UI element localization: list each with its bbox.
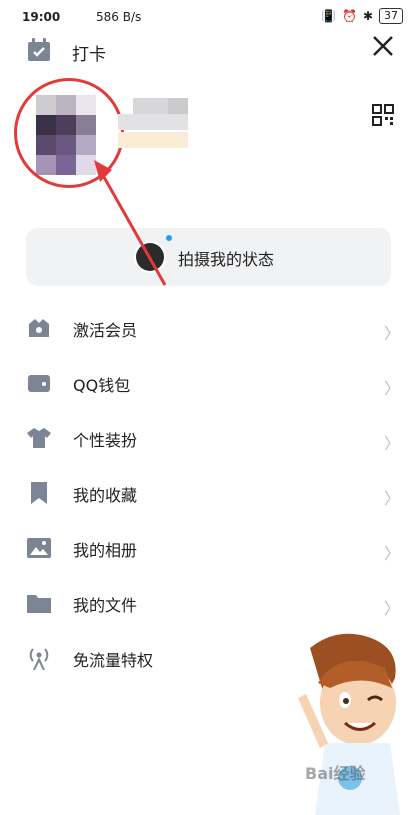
- chevron-right-icon: 〉: [384, 544, 401, 563]
- profile-name[interactable]: [118, 98, 203, 150]
- menu-item-files[interactable]: 我的文件 〉: [0, 575, 415, 630]
- status-icons: 📳 ⏰ ✱ 37: [321, 8, 403, 24]
- capture-status-label: 拍摄我的状态: [178, 250, 275, 269]
- menu-item-wallet[interactable]: QQ钱包 〉: [0, 355, 415, 410]
- menu-item-label: 激活会员: [73, 321, 138, 340]
- capture-status-button[interactable]: 拍摄我的状态: [26, 228, 391, 286]
- menu-item-label: 我的相册: [73, 541, 138, 560]
- chevron-right-icon: 〉: [384, 379, 401, 398]
- chevron-right-icon: 〉: [384, 599, 401, 618]
- status-time: 19:00: [22, 10, 61, 24]
- vibrate-icon: 📳: [321, 9, 336, 23]
- network-speed: 586 B/s: [96, 10, 142, 24]
- bookmark-icon: [31, 482, 47, 504]
- folder-icon: [27, 595, 51, 613]
- alarm-icon: ⏰: [341, 9, 357, 23]
- menu-item-label: 免流量特权: [73, 651, 154, 670]
- menu-item-vip[interactable]: 激活会员 〉: [0, 300, 415, 355]
- qr-code-icon[interactable]: [372, 104, 394, 126]
- new-dot-badge: [166, 235, 172, 241]
- header: 打卡: [0, 34, 415, 68]
- mascot-illustration: [298, 633, 400, 815]
- menu-item-label: QQ钱包: [73, 376, 131, 395]
- menu-item-album[interactable]: 我的相册 〉: [0, 520, 415, 575]
- menu-item-label: 我的文件: [73, 596, 138, 615]
- checkin-title[interactable]: 打卡: [72, 40, 106, 65]
- bluetooth-icon: ✱: [362, 9, 373, 23]
- battery-indicator: 37: [379, 8, 403, 24]
- camera-icon: [136, 243, 164, 271]
- signal-tower-icon: [29, 648, 49, 670]
- chevron-right-icon: 〉: [384, 324, 401, 343]
- close-icon[interactable]: [371, 34, 395, 58]
- chevron-right-icon: 〉: [384, 489, 401, 508]
- calendar-check-icon[interactable]: [26, 37, 52, 63]
- menu-item-label: 个性装扮: [73, 431, 138, 450]
- photo-album-icon: [27, 538, 51, 558]
- vip-crown-icon: [29, 319, 49, 337]
- menu-item-label: 我的收藏: [73, 486, 138, 505]
- menu-item-favorites[interactable]: 我的收藏 〉: [0, 465, 415, 520]
- watermark: Bai经验: [305, 764, 366, 783]
- wallet-icon: [28, 375, 50, 392]
- status-bar: 19:00 586 B/s 📳 ⏰ ✱ 37: [0, 0, 415, 34]
- chevron-right-icon: 〉: [384, 434, 401, 453]
- annotation-circle: [14, 78, 124, 188]
- menu-item-dressup[interactable]: 个性装扮 〉: [0, 410, 415, 465]
- tshirt-icon: [27, 428, 51, 448]
